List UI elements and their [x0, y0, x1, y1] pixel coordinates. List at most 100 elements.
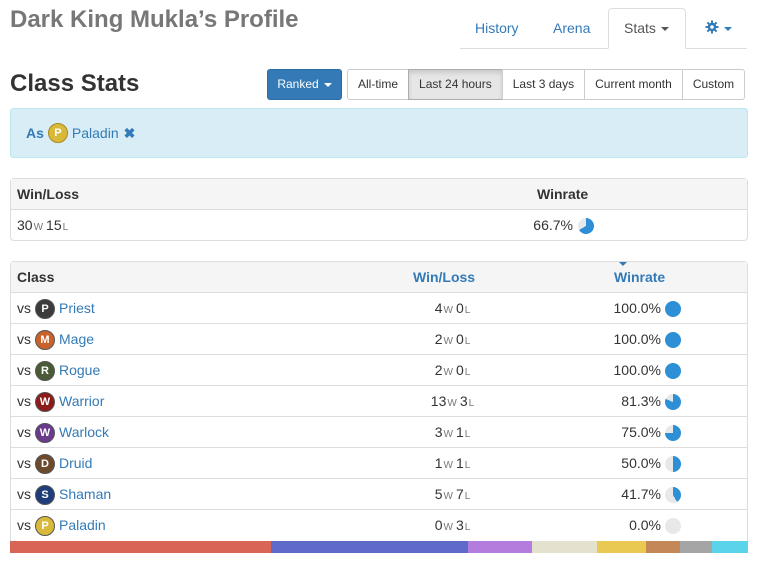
class-link[interactable]: Mage: [59, 324, 94, 355]
time-range-last-24-hours[interactable]: Last 24 hours: [408, 69, 503, 100]
matchup-cell: vs W Warrior: [17, 386, 104, 417]
warlock-class-icon: W: [35, 422, 55, 443]
losses: 0: [455, 300, 464, 316]
mode-dropdown-button[interactable]: Ranked: [267, 69, 342, 100]
wins-suffix: W: [447, 398, 457, 409]
winrate-pie-icon: [665, 518, 681, 534]
losses: 7: [455, 486, 464, 502]
tab-arena[interactable]: Arena: [538, 8, 605, 49]
class-link[interactable]: Rogue: [59, 355, 100, 386]
time-range-custom[interactable]: Custom: [681, 69, 746, 100]
class-rows: vs P Priest 4W 0L 100.0% vs M Mage 2W 0L 100.0% vs R R…: [11, 293, 747, 541]
wins-suffix: W: [443, 522, 453, 533]
time-range-last-3-days[interactable]: Last 3 days: [501, 69, 586, 100]
winloss-cell: 0W 3L: [409, 510, 499, 543]
wins: 2: [434, 331, 443, 347]
winrate-pie-icon: [665, 425, 681, 441]
header-class: Class: [17, 269, 55, 285]
chevron-down-icon: [724, 27, 732, 32]
losses: 3: [455, 517, 464, 533]
time-range-group: All-time Last 24 hours Last 3 days Current …: [347, 69, 746, 100]
winrate-value: 50.0%: [621, 455, 661, 471]
wins: 0: [434, 517, 443, 533]
profile-tabs: History Arena Stats: [0, 0, 773, 49]
close-icon[interactable]: ✖: [124, 125, 136, 142]
distribution-segment: [597, 541, 647, 553]
vs-label: vs: [17, 455, 31, 471]
losses-suffix: L: [464, 367, 471, 378]
losses: 1: [455, 424, 464, 440]
paladin-class-icon: P: [47, 123, 68, 143]
distribution-segment: [467, 541, 532, 553]
class-link[interactable]: Paladin: [59, 510, 106, 541]
vs-label: vs: [17, 517, 31, 533]
summary-winrate: 66.7%: [533, 217, 573, 233]
losses-suffix: L: [62, 222, 69, 233]
wins-suffix: W: [443, 460, 453, 471]
class-link[interactable]: Warrior: [59, 386, 104, 417]
winrate-pie-icon: [578, 218, 594, 234]
time-range-current-month[interactable]: Current month: [584, 69, 683, 100]
priest-class-icon: P: [35, 298, 55, 319]
losses-suffix: L: [464, 491, 471, 502]
filter-panel: As P Paladin ✖: [10, 108, 748, 158]
class-link[interactable]: Warlock: [59, 417, 109, 448]
winloss-cell: 2W 0L: [409, 324, 499, 357]
tab-stats[interactable]: Stats: [608, 8, 686, 49]
wins-suffix: W: [443, 367, 453, 378]
losses-suffix: L: [464, 522, 471, 533]
tab-history[interactable]: History: [460, 8, 534, 49]
mode-label: Ranked: [277, 77, 319, 91]
winrate-value: 100.0%: [613, 331, 661, 347]
settings-dropdown[interactable]: [690, 8, 747, 49]
class-distribution-bar: [10, 541, 748, 553]
losses: 0: [455, 362, 464, 378]
chevron-down-icon: [660, 27, 669, 32]
shaman-class-icon: S: [35, 484, 55, 505]
losses-suffix: L: [464, 429, 471, 440]
summary-header-winrate: Winrate: [537, 186, 589, 202]
tab-stats-label: Stats: [624, 20, 656, 36]
table-row: vs R Rogue 2W 0L 100.0%: [11, 355, 747, 386]
winrate-value: 100.0%: [613, 300, 661, 316]
winloss-cell: 2W 0L: [409, 355, 499, 388]
winrate-pie-icon: [665, 301, 681, 317]
matchup-cell: vs S Shaman: [17, 479, 111, 510]
winloss-cell: 5W 7L: [409, 479, 499, 512]
table-row: vs S Shaman 5W 7L 41.7%: [11, 479, 747, 510]
table-row: vs P Paladin 0W 3L 0.0%: [11, 510, 747, 541]
matchup-cell: vs P Paladin: [17, 510, 106, 541]
summary-header: Win/Loss Winrate: [11, 179, 747, 210]
class-table-header: Class Win/Loss Winrate: [11, 262, 747, 293]
summary-header-winloss: Win/Loss: [17, 186, 80, 202]
winrate-pie-icon: [665, 456, 681, 472]
druid-class-icon: D: [35, 453, 55, 474]
class-filter[interactable]: As P Paladin ✖: [26, 121, 135, 145]
losses: 1: [455, 455, 464, 471]
wins: 5: [434, 486, 443, 502]
matchup-cell: vs M Mage: [17, 324, 94, 355]
winrate-pie-icon: [665, 487, 681, 503]
vs-label: vs: [17, 300, 31, 316]
gear-icon: [705, 9, 719, 50]
wins: 4: [434, 300, 443, 316]
distribution-segment: [531, 541, 598, 553]
matchup-cell: vs W Warlock: [17, 417, 109, 448]
table-row: vs M Mage 2W 0L 100.0%: [11, 324, 747, 355]
class-link[interactable]: Shaman: [59, 479, 111, 510]
vs-label: vs: [17, 331, 31, 347]
distribution-segment: [680, 541, 712, 553]
class-link[interactable]: Druid: [59, 448, 92, 479]
sort-desc-icon: [619, 262, 627, 266]
class-stats-table: Class Win/Loss Winrate vs P Priest 4W 0L 100.…: [10, 261, 748, 541]
distribution-segment: [10, 541, 271, 553]
table-row: vs D Druid 1W 1L 50.0%: [11, 448, 747, 479]
losses-suffix: L: [464, 460, 471, 471]
summary-panel: Win/Loss Winrate 30W 15L 66.7%: [10, 178, 748, 241]
class-link[interactable]: Priest: [59, 293, 95, 324]
wins: 2: [434, 362, 443, 378]
winrate-pie-icon: [665, 363, 681, 379]
time-range-all-time[interactable]: All-time: [347, 69, 410, 100]
losses-suffix: L: [464, 336, 471, 347]
sort-winloss[interactable]: Win/Loss: [413, 262, 475, 293]
